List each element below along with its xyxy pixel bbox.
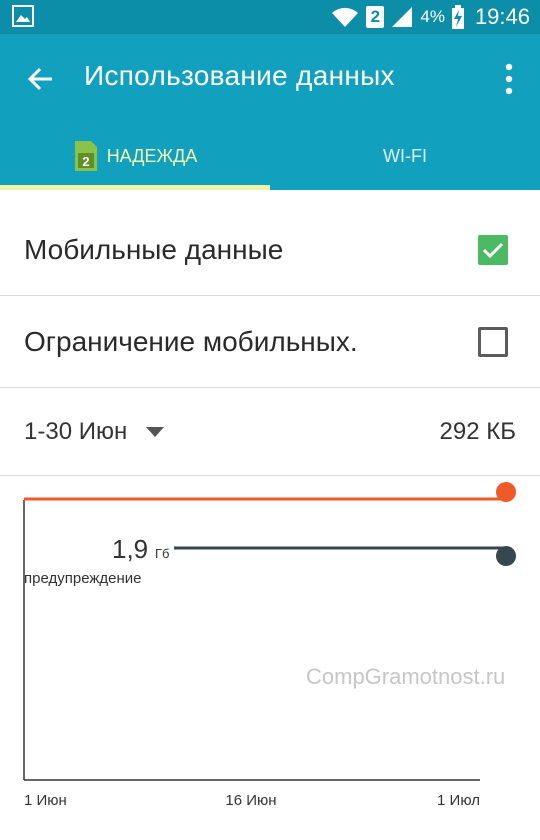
usage-total: 292 КБ [439,418,516,445]
limit-mobile-data-row[interactable]: Ограничение мобильных. [0,296,540,388]
limit-mobile-data-label: Ограничение мобильных. [24,326,358,357]
battery-percent: 4% [420,7,445,26]
tab-label: НАДЕЖДА [106,145,198,166]
tab-label: WI-FI [383,145,427,166]
signal-icon [392,7,413,27]
app-bar: Использование данных [0,34,540,122]
mobile-data-label: Мобильные данные [24,234,284,265]
sim-slot-badge: 2 [366,6,385,28]
wifi-icon [332,7,359,27]
tab-sim-nadezhda[interactable]: 2 НАДЕЖДА [0,122,270,190]
limit-line-handle[interactable] [496,482,516,502]
active-tab-indicator [0,185,270,190]
period-range: 1-30 Июн [24,418,128,445]
x-tick-label-mid: 16 Июн [225,792,276,809]
usage-period-row: 1-30 Июн 292 КБ [0,388,540,476]
more-options-icon[interactable] [502,62,516,96]
period-selector[interactable]: 1-30 Июн [24,388,165,476]
warning-value: 1,9 [112,534,148,564]
watermark-text: CompGramotnost.ru [306,664,505,689]
battery-charging-icon [451,5,464,29]
mobile-data-row[interactable]: Мобильные данные [0,204,540,296]
mobile-data-checkbox[interactable] [478,235,508,265]
status-icons: 2 4% 19:46 [330,0,530,34]
back-arrow-icon[interactable] [26,64,56,94]
dropdown-arrow-icon [146,427,165,437]
sim-card-icon: 2 [74,141,97,171]
x-tick-label-start: 1 Июн [24,792,67,809]
x-tick-label-end: 1 Июл [437,792,480,809]
limit-mobile-data-checkbox[interactable] [478,327,508,357]
status-bar: 2 4% 19:46 [0,0,540,34]
svg-text:2: 2 [82,154,89,169]
warning-label: предупреждение [24,570,142,587]
tab-wifi[interactable]: WI-FI [270,122,540,190]
warning-line-handle[interactable] [496,546,516,566]
sim-tabs: 2 НАДЕЖДА WI-FI [0,122,540,190]
warning-unit: Гб [155,546,170,561]
page-title: Использование данных [84,60,395,91]
clock: 19:46 [474,4,530,29]
usage-chart: 1,9 Гб предупреждение CompGramotnost.ru … [23,482,516,809]
gallery-notification-icon [12,5,34,27]
